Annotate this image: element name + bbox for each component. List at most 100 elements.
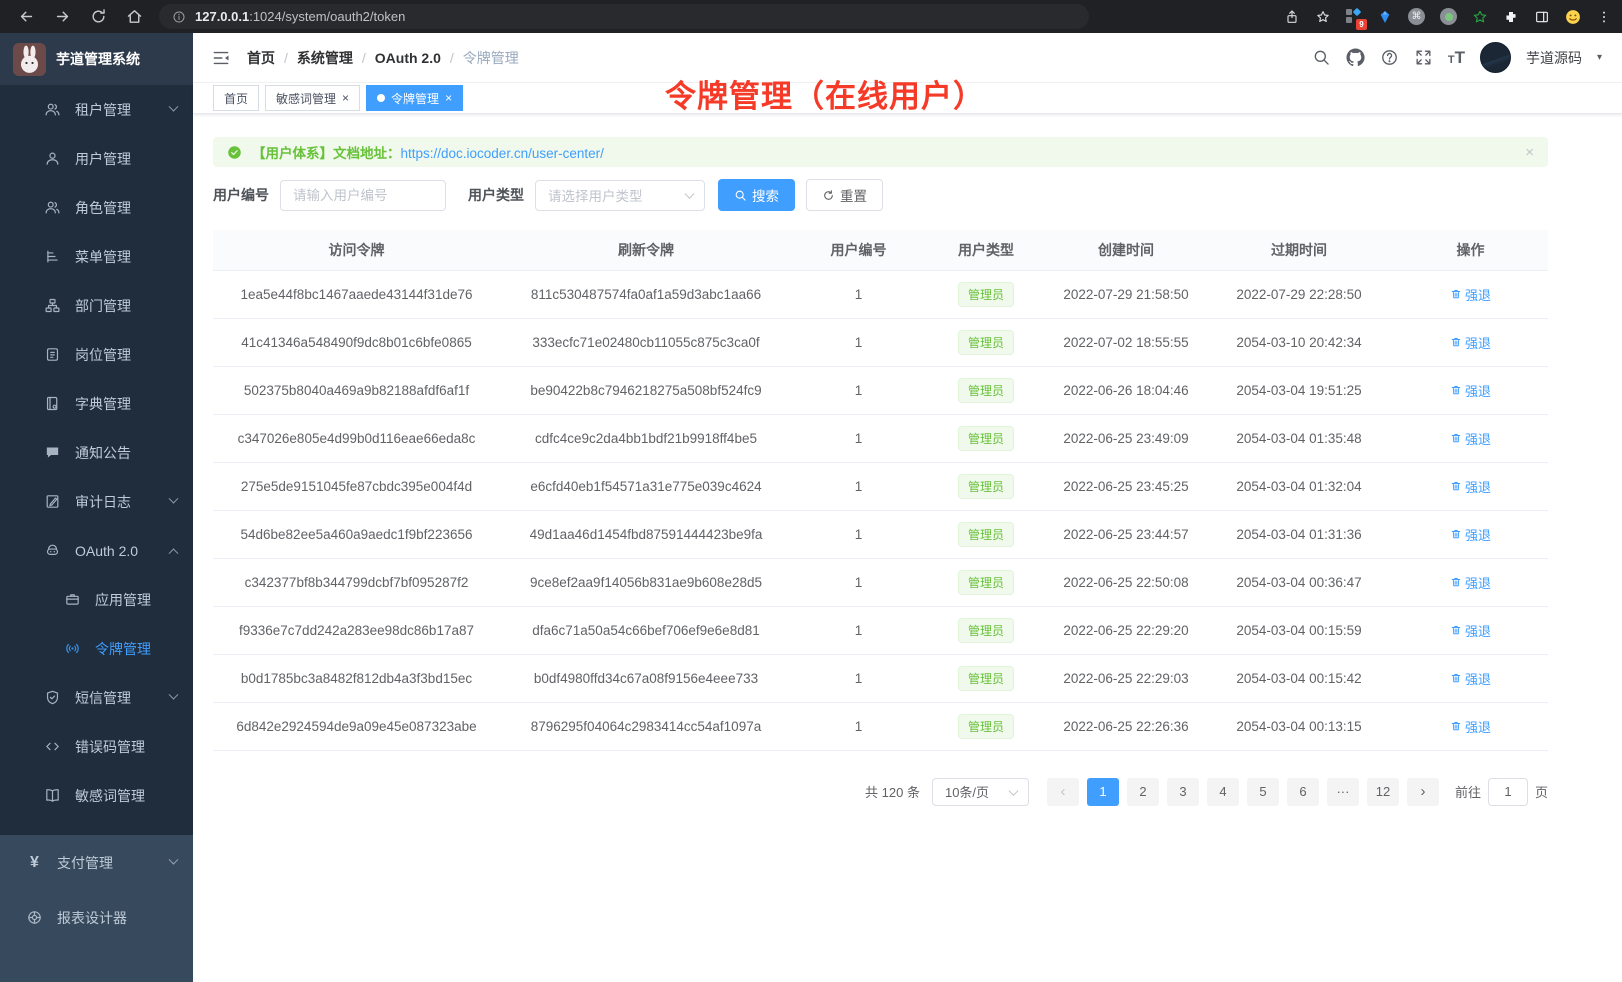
app-logo[interactable]: 芋道管理系统 [0,33,193,85]
force-logout-button[interactable]: 强退 [1450,669,1491,688]
more-pages-button[interactable]: ··· [1327,778,1359,806]
username[interactable]: 芋道源码 [1526,48,1582,68]
side-panel-icon[interactable] [1534,9,1550,25]
extension-puzzle-icon[interactable] [1503,9,1519,25]
search-button[interactable]: 搜索 [718,179,795,211]
extension-command-icon[interactable]: ⌘ [1408,8,1425,25]
bookmark-star-icon[interactable] [1315,9,1331,25]
refresh-token-cell: 333ecfc71e02480cb11055c875c3ca0f [500,318,792,366]
user-type-badge: 管理员 [958,330,1014,355]
breadcrumb: 首页 / 系统管理 / OAuth 2.0 / 令牌管理 [247,48,519,68]
fullscreen-icon[interactable] [1414,48,1433,67]
header-refresh-token: 刷新令牌 [500,230,792,270]
doc-link[interactable]: https://doc.iocoder.cn/user-center/ [401,146,604,161]
user-type-select[interactable]: 请选择用户类型 [535,180,705,211]
github-icon[interactable] [1346,48,1365,67]
sidebar-item-user[interactable]: 用户管理 [0,134,193,183]
trash-icon [1450,720,1462,732]
sidebar-item-broadcast[interactable]: 令牌管理 [0,624,193,673]
sidebar-item-briefcase[interactable]: 应用管理 [0,575,193,624]
access-token-cell: f9336e7c7dd242a283ee98dc86b17a87 [213,606,500,654]
sidebar-item-report-wheel[interactable]: 报表设计器 [0,890,193,945]
breadcrumb-oauth[interactable]: OAuth 2.0 [375,50,441,66]
force-logout-button[interactable]: 强退 [1450,621,1491,640]
browser-forward-icon[interactable] [54,8,71,25]
sidebar-item-menu-tree[interactable]: 菜单管理 [0,232,193,281]
user-menu-caret-icon[interactable]: ▾ [1597,52,1602,63]
shield-check-icon [44,689,61,706]
force-logout-button[interactable]: 强退 [1450,717,1491,736]
sidebar-item-yen[interactable]: ¥支付管理 [0,835,193,890]
goto-page-input[interactable] [1488,778,1528,806]
page-info-icon[interactable] [172,10,186,24]
sidebar-item-robot[interactable]: OAuth 2.0 [0,526,193,575]
tab-home[interactable]: 首页 [213,85,259,111]
page-size-select[interactable]: 10条/页 [932,778,1029,806]
force-logout-button[interactable]: 强退 [1450,429,1491,448]
extension-record-icon[interactable] [1440,8,1457,25]
force-logout-button[interactable]: 强退 [1450,285,1491,304]
access-token-cell: 502375b8040a469a9b82188afdf6af1f [213,366,500,414]
page-button-1[interactable]: 1 [1087,778,1119,806]
access-token-cell: 6d842e2924594de9a09e45e087323abe [213,702,500,750]
force-logout-button[interactable]: 强退 [1450,477,1491,496]
share-icon[interactable] [1284,9,1300,25]
page-button-4[interactable]: 4 [1207,778,1239,806]
tab-close-icon[interactable]: × [342,92,349,104]
sidebar-item-open-book[interactable]: 敏感词管理 [0,771,193,820]
table-row: 54d6be82ee5a460a9aedc1f9bf22365649d1aa46… [213,510,1548,558]
browser-home-icon[interactable] [126,8,143,25]
search-icon[interactable] [1312,48,1331,67]
sidebar-item-role[interactable]: 角色管理 [0,183,193,232]
browser-menu-icon[interactable] [1596,9,1612,25]
action-cell: 强退 [1393,654,1548,702]
force-logout-button[interactable]: 强退 [1450,333,1491,352]
breadcrumb-system[interactable]: 系统管理 [297,48,353,68]
tab-token-management[interactable]: 令牌管理 × [366,85,463,111]
user-avatar[interactable] [1480,42,1511,73]
sidebar-item-tenant[interactable]: 租户管理 [0,85,193,134]
next-page-button[interactable]: › [1407,778,1439,806]
profile-emoji-icon[interactable] [1565,9,1581,25]
sidebar-item-audit-log[interactable]: 审计日志 [0,477,193,526]
user-type-cell: 管理员 [925,558,1047,606]
force-logout-button[interactable]: 强退 [1450,381,1491,400]
page-button-6[interactable]: 6 [1287,778,1319,806]
alert-close-icon[interactable]: × [1525,144,1534,161]
sidebar-item-post-badge[interactable]: 岗位管理 [0,330,193,379]
page-button-12[interactable]: 12 [1367,778,1399,806]
font-size-icon[interactable]: TT [1448,48,1465,68]
expire-time-cell: 2054-03-04 01:35:48 [1205,414,1393,462]
extension-grid-icon[interactable]: 9 [1346,9,1362,25]
page-button-3[interactable]: 3 [1167,778,1199,806]
goto-label: 前往 [1455,782,1481,801]
page-button-2[interactable]: 2 [1127,778,1159,806]
tab-close-icon[interactable]: × [445,92,452,104]
sidebar-item-org-chart[interactable]: 部门管理 [0,281,193,330]
notice-bubble-icon [44,444,61,461]
sidebar-item-notice-bubble[interactable]: 通知公告 [0,428,193,477]
tab-sensitive-words[interactable]: 敏感词管理 × [265,85,360,111]
user-id-input[interactable] [280,180,446,211]
help-icon[interactable] [1380,48,1399,67]
breadcrumb-home[interactable]: 首页 [247,48,275,68]
sidebar-toggle-button[interactable] [211,48,231,68]
extension-gem-icon[interactable] [1377,9,1393,25]
user-type-cell: 管理员 [925,654,1047,702]
reset-button[interactable]: 重置 [806,179,883,211]
browser-back-icon[interactable] [18,8,35,25]
url-bar[interactable]: 127.0.0.1:1024/system/oauth2/token [159,4,1089,29]
page-button-5[interactable]: 5 [1247,778,1279,806]
sidebar-item-shield-check[interactable]: 短信管理 [0,673,193,722]
table-row: c347026e805e4d99b0d116eae66eda8ccdfc4ce9… [213,414,1548,462]
sidebar-item-code-brackets[interactable]: 错误码管理 [0,722,193,771]
force-logout-button[interactable]: 强退 [1450,573,1491,592]
sidebar-item-dict-book[interactable]: 字典管理 [0,379,193,428]
user-id-cell: 1 [792,318,925,366]
extension-star-icon[interactable] [1472,9,1488,25]
prev-page-button[interactable]: ‹ [1047,778,1079,806]
sidebar-item-label: 审计日志 [75,492,131,512]
header-actions: 操作 [1393,230,1548,270]
browser-reload-icon[interactable] [90,8,107,25]
force-logout-button[interactable]: 强退 [1450,525,1491,544]
